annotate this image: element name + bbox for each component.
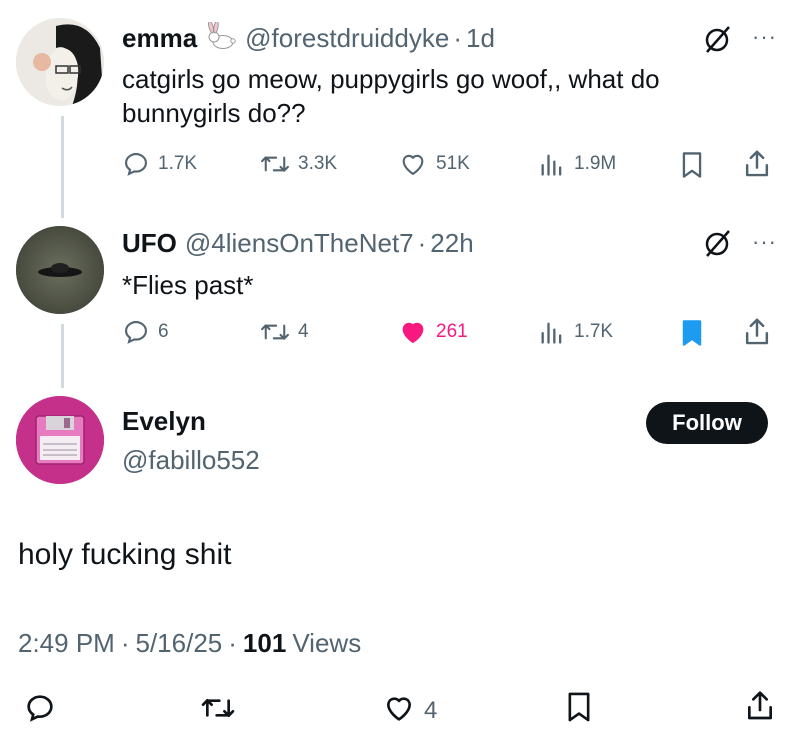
- author-handle[interactable]: @4liensOnTheNet7: [185, 228, 414, 259]
- bookmark-icon[interactable]: [679, 150, 705, 185]
- like-button[interactable]: 51K: [398, 150, 470, 178]
- like-count: 51K: [436, 153, 470, 174]
- repost-count: 4: [298, 321, 309, 342]
- author-handle[interactable]: @fabillo552: [122, 445, 260, 476]
- like-icon-active: [398, 318, 428, 346]
- repost-button[interactable]: 3.3K: [260, 150, 337, 178]
- more-options-icon[interactable]: ···: [752, 229, 777, 255]
- bookmark-icon[interactable]: [564, 690, 594, 729]
- author-handle[interactable]: @forestdruiddyke: [245, 23, 449, 54]
- main-tweet-text: holy fucking shit: [18, 538, 232, 571]
- reply-icon: [122, 318, 150, 346]
- like-count: 4: [424, 696, 438, 724]
- no-sign-icon: [703, 24, 733, 59]
- follow-button[interactable]: Follow: [646, 402, 768, 444]
- bookmark-icon-active[interactable]: [679, 318, 705, 353]
- author-name[interactable]: emma: [122, 23, 197, 54]
- repost-button[interactable]: 4: [260, 318, 309, 346]
- author-name[interactable]: Evelyn: [122, 406, 206, 437]
- reply-button[interactable]: 1.7K: [122, 150, 197, 178]
- tweet-text-line: bunnygirls do??: [122, 98, 306, 128]
- emma-avatar[interactable]: [16, 18, 104, 106]
- post-date[interactable]: 5/16/25: [136, 628, 223, 659]
- separator: ·: [417, 228, 427, 258]
- tweet-text-line: catgirls go meow, puppygirls go woof,, w…: [122, 64, 660, 94]
- share-icon[interactable]: [742, 148, 772, 185]
- views-label: Views: [292, 628, 362, 658]
- reply-icon: [122, 150, 150, 178]
- separator: ·: [120, 628, 130, 658]
- ufo-avatar[interactable]: [16, 226, 104, 314]
- views-button[interactable]: 1.9M: [538, 150, 616, 178]
- post-time[interactable]: 2:49 PM: [18, 628, 115, 659]
- repost-count: 3.3K: [298, 153, 338, 174]
- separator: ·: [228, 628, 237, 658]
- like-icon: [382, 692, 416, 729]
- author-name[interactable]: UFO: [122, 228, 177, 259]
- reply-count: 6: [158, 321, 169, 342]
- reply-icon[interactable]: [24, 692, 56, 729]
- more-options-icon[interactable]: ···: [752, 24, 777, 50]
- like-count: 261: [436, 321, 468, 342]
- like-button[interactable]: 4: [382, 692, 437, 729]
- share-icon[interactable]: [742, 316, 772, 353]
- repost-icon: [260, 150, 290, 178]
- views-icon: [538, 318, 566, 346]
- like-button[interactable]: 261: [398, 318, 468, 346]
- views-button[interactable]: 1.7K: [538, 318, 613, 346]
- thread-line: [61, 324, 64, 388]
- no-sign-icon: [703, 228, 733, 263]
- separator: ·: [453, 23, 462, 53]
- views-count: 1.9M: [574, 153, 617, 174]
- share-icon[interactable]: [744, 688, 776, 729]
- repost-icon[interactable]: [200, 692, 236, 729]
- repost-icon: [260, 318, 290, 346]
- views-count: 1.7K: [574, 321, 614, 342]
- reply-button[interactable]: 6: [122, 318, 169, 346]
- tweet-text: *Flies past*: [122, 270, 254, 300]
- floppy-disk-avatar[interactable]: [16, 396, 104, 484]
- views-icon: [538, 150, 566, 178]
- timestamp[interactable]: 22h: [430, 228, 473, 259]
- reply-count: 1.7K: [158, 153, 198, 174]
- timestamp[interactable]: 1d: [466, 23, 495, 54]
- views-count: 101: [242, 628, 287, 658]
- thread-line: [61, 116, 64, 218]
- like-icon: [398, 150, 428, 178]
- bunny-emoji-icon: [205, 20, 237, 55]
